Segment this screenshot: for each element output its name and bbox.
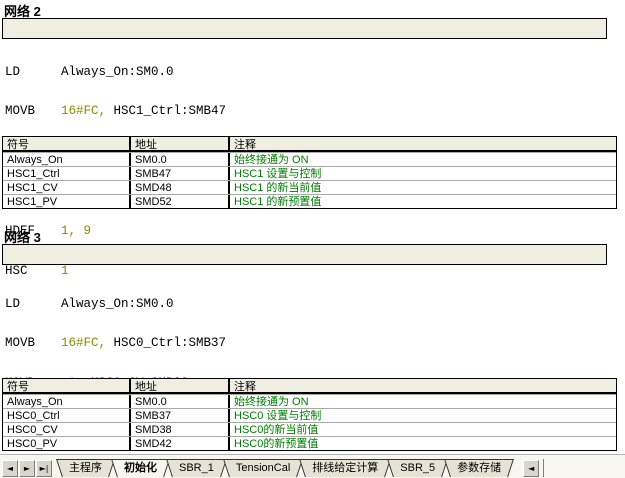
symbol-table-row: Always_On SM0.0 始终接通为 ON (3, 152, 616, 166)
symbol-table-header: 地址 (131, 379, 230, 392)
stl-code-line: MOVB16#FC, HSC1_Ctrl:SMB47 (5, 105, 226, 118)
symbol-cell: HSC0_Ctrl (3, 409, 131, 422)
pou-tab-bar: ◄ ► ►| 主程序 初始化 SBR_1 TensionCal 排线给定计算 S… (0, 454, 625, 478)
tab-bar-divider (543, 459, 544, 477)
symbol-cell: HSC0_CV (3, 423, 131, 436)
symbol-table: 符号 地址 注释 Always_On SM0.0 始终接通为 ON HSC0_C… (2, 378, 617, 451)
stl-operand: HSC1_Ctrl:SMB47 (106, 104, 226, 118)
tabs-prev-button[interactable]: ◄ (2, 460, 18, 477)
stl-code-line: MOVB16#FC, HSC0_Ctrl:SMB37 (5, 337, 234, 350)
symbol-table-row: HSC1_PV SMD52 HSC1 的新预置值 (3, 194, 616, 208)
address-cell: SM0.0 (131, 395, 230, 408)
tab-label: 排线给定计算 (312, 462, 378, 474)
comment-cell: 始终接通为 ON (230, 153, 616, 166)
stl-operand: HSC0_Ctrl:SMB37 (106, 336, 226, 350)
symbol-table-header: 符号 (3, 137, 131, 150)
tabs-last-button[interactable]: ►| (36, 460, 52, 477)
stl-opcode: MOVB (5, 105, 61, 118)
tab-param-storage[interactable]: 参数存储 (451, 459, 507, 477)
address-cell: SM0.0 (131, 153, 230, 166)
symbol-table-header: 地址 (131, 137, 230, 150)
stl-operand: Always_On:SM0.0 (61, 297, 174, 311)
symbol-table-header: 符号 (3, 379, 131, 392)
address-cell: SMD48 (131, 181, 230, 194)
tab-winding-setpoint-calc[interactable]: 排线给定计算 (306, 459, 384, 477)
tab-sbr5[interactable]: SBR_5 (394, 459, 441, 477)
stl-code-line: LDAlways_On:SM0.0 (5, 298, 234, 311)
address-cell: SMD38 (131, 423, 230, 436)
comment-cell: HSC0 设置与控制 (230, 409, 616, 422)
address-cell: SMD42 (131, 437, 230, 450)
tab-label: SBR_5 (400, 462, 435, 474)
tab-sbr1[interactable]: SBR_1 (173, 459, 220, 477)
tab-label: 参数存储 (457, 462, 501, 474)
symbol-table-row: HSC0_PV SMD42 HSC0的新预置值 (3, 436, 616, 450)
stl-literal: 16#FC, (61, 336, 106, 350)
symbol-cell: HSC1_CV (3, 181, 131, 194)
tab-label: TensionCal (236, 462, 290, 474)
comment-cell: HSC1 的新当前值 (230, 181, 616, 194)
symbol-table-row: HSC1_Ctrl SMB47 HSC1 设置与控制 (3, 166, 616, 180)
network-comment-bar[interactable] (2, 18, 607, 39)
stl-literal: 1, 9 (61, 224, 91, 238)
address-cell: SMB47 (131, 167, 230, 180)
comment-cell: HSC0的新预置值 (230, 437, 616, 450)
pou-tabs: 主程序 初始化 SBR_1 TensionCal 排线给定计算 SBR_5 参数… (63, 459, 517, 477)
network-comment-bar[interactable] (2, 244, 607, 265)
stl-operand: Always_On:SM0.0 (61, 65, 174, 79)
comment-cell: HSC1 设置与控制 (230, 167, 616, 180)
symbol-table-row: Always_On SM0.0 始终接通为 ON (3, 394, 616, 408)
stl-literal: 16#FC, (61, 104, 106, 118)
symbol-table-header-row: 符号 地址 注释 (3, 137, 616, 152)
tabs-next-button[interactable]: ► (19, 460, 35, 477)
tab-main-program[interactable]: 主程序 (63, 459, 108, 477)
symbol-table-header: 注释 (230, 379, 616, 392)
address-cell: SMD52 (131, 195, 230, 208)
stl-opcode: LD (5, 298, 61, 311)
tab-tensioncal[interactable]: TensionCal (230, 459, 296, 477)
symbol-table-row: HSC0_Ctrl SMB37 HSC0 设置与控制 (3, 408, 616, 422)
comment-cell: HSC0的新当前值 (230, 423, 616, 436)
symbol-cell: HSC1_PV (3, 195, 131, 208)
symbol-table-row: HSC0_CV SMD38 HSC0的新当前值 (3, 422, 616, 436)
stl-editor-view: 网络 2 LDAlways_On:SM0.0 MOVB16#FC, HSC1_C… (0, 0, 625, 478)
symbol-table-header: 注释 (230, 137, 616, 150)
tabs-scroll-left-button[interactable]: ◄ (523, 460, 539, 477)
tab-init[interactable]: 初始化 (118, 459, 163, 477)
stl-code-line: LDAlways_On:SM0.0 (5, 66, 226, 79)
stl-opcode: MOVB (5, 337, 61, 350)
symbol-table-row: HSC1_CV SMD48 HSC1 的新当前值 (3, 180, 616, 194)
symbol-table-header-row: 符号 地址 注释 (3, 379, 616, 394)
symbol-cell: Always_On (3, 153, 131, 166)
comment-cell: 始终接通为 ON (230, 395, 616, 408)
symbol-table: 符号 地址 注释 Always_On SM0.0 始终接通为 ON HSC1_C… (2, 136, 617, 209)
stl-opcode: LD (5, 66, 61, 79)
symbol-cell: Always_On (3, 395, 131, 408)
symbol-cell: HSC1_Ctrl (3, 167, 131, 180)
tab-label: SBR_1 (179, 462, 214, 474)
tab-label: 主程序 (69, 462, 102, 474)
tab-label: 初始化 (124, 462, 157, 474)
symbol-cell: HSC0_PV (3, 437, 131, 450)
address-cell: SMB37 (131, 409, 230, 422)
comment-cell: HSC1 的新预置值 (230, 195, 616, 208)
